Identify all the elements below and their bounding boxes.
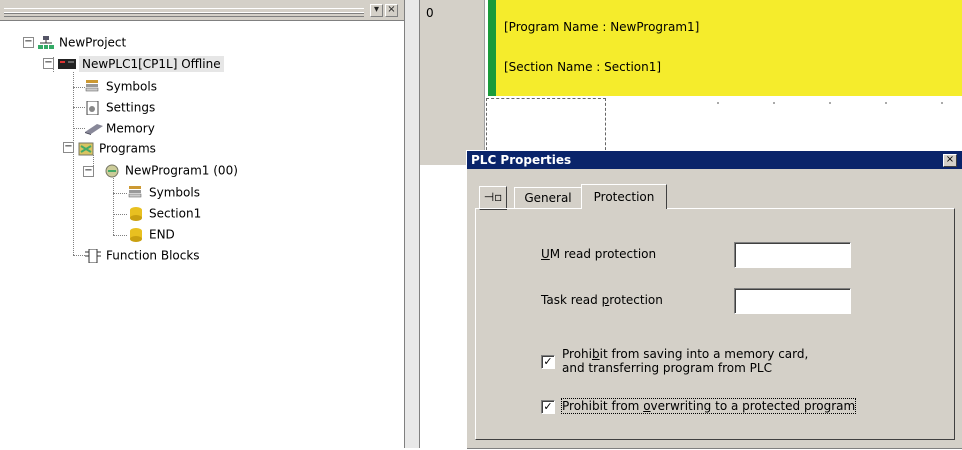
program-name-text: [Program Name : NewProgram1] bbox=[504, 20, 700, 34]
tree-node-program1[interactable]: NewProgram1 (00) bbox=[104, 160, 238, 180]
tree-node-label: Symbols bbox=[106, 79, 157, 94]
rung-marker bbox=[488, 0, 496, 96]
grip-bar-lower bbox=[4, 12, 364, 17]
tree-node-label: Symbols bbox=[149, 185, 200, 200]
grid-dot bbox=[717, 102, 719, 104]
tree-node-section1[interactable]: Section1 bbox=[128, 203, 201, 223]
tree-node-label: Programs bbox=[99, 141, 156, 156]
tree-line bbox=[113, 214, 127, 215]
program-icon bbox=[104, 164, 120, 178]
rung-number: 0 bbox=[426, 6, 434, 20]
function-blocks-icon bbox=[85, 248, 101, 263]
pin-icon[interactable]: ⊣▫ bbox=[479, 186, 507, 210]
tree-node-label: Settings bbox=[106, 100, 156, 115]
tree-node-end[interactable]: END bbox=[128, 224, 175, 244]
expand-toggle-project[interactable]: − bbox=[23, 37, 34, 48]
splitter-bar[interactable] bbox=[405, 0, 420, 448]
prohibit-overwrite-checkbox[interactable]: ✓ bbox=[541, 400, 555, 414]
tab-protection[interactable]: Protection bbox=[581, 184, 667, 209]
section-icon bbox=[128, 206, 144, 221]
tree-node-label: NewPLC1[CP1L] Offline bbox=[79, 55, 224, 72]
task-read-protection-label: Task read protection bbox=[541, 293, 663, 307]
prohibit-save-label: Prohibit from saving into a memory card,… bbox=[562, 347, 809, 375]
prohibit-save-checkbox[interactable]: ✓ bbox=[541, 355, 555, 369]
um-read-protection-label: UM read protection bbox=[541, 247, 657, 261]
protection-tab-panel: UM read protection Task read protection … bbox=[475, 208, 955, 440]
project-workspace: ▾ × − − − − NewProject NewPLC1[CP1L] Off… bbox=[0, 0, 405, 448]
tree-node-settings[interactable]: Settings bbox=[85, 97, 155, 117]
plc-properties-dialog: PLC Properties × ⊣▫ General Protection U… bbox=[466, 150, 962, 450]
tree-line bbox=[113, 178, 114, 235]
tree-node-project[interactable]: NewProject bbox=[38, 32, 126, 52]
tree-line bbox=[73, 72, 74, 255]
workspace-header: ▾ × bbox=[0, 0, 404, 21]
tree-node-symbols[interactable]: Symbols bbox=[85, 76, 157, 96]
expand-toggle-plc[interactable]: − bbox=[43, 58, 54, 69]
tree-node-memory[interactable]: Memory bbox=[85, 118, 155, 138]
panel-close-button[interactable]: × bbox=[385, 4, 398, 17]
symbols-icon bbox=[85, 79, 101, 94]
section-icon bbox=[128, 227, 144, 242]
tree-node-label: Section1 bbox=[149, 206, 202, 221]
close-icon[interactable]: × bbox=[943, 154, 957, 167]
tab-general[interactable]: General bbox=[514, 187, 582, 208]
expand-toggle-programs[interactable]: − bbox=[63, 142, 74, 153]
programs-icon bbox=[78, 142, 94, 156]
tree-node-label: END bbox=[149, 227, 175, 242]
panel-menu-button[interactable]: ▾ bbox=[370, 4, 383, 17]
grid-dot bbox=[941, 102, 943, 104]
grid-dot bbox=[829, 102, 831, 104]
section-name-text: [Section Name : Section1] bbox=[504, 60, 662, 74]
plc-icon bbox=[58, 57, 76, 71]
settings-icon bbox=[85, 100, 101, 115]
rung-gutter bbox=[420, 0, 485, 165]
prohibit-overwrite-label: Prohibit from overwriting to a protected… bbox=[560, 398, 857, 414]
network-icon bbox=[38, 35, 54, 50]
tree-line bbox=[73, 128, 85, 129]
tree-line bbox=[73, 87, 85, 88]
expand-toggle-program[interactable]: − bbox=[83, 166, 94, 177]
tree-line bbox=[113, 235, 127, 236]
tree-node-label: NewProject bbox=[59, 35, 127, 50]
tree-node-program-symbols[interactable]: Symbols bbox=[128, 182, 200, 202]
tree-node-programs[interactable]: Programs bbox=[78, 138, 156, 158]
tree-node-plc[interactable]: NewPLC1[CP1L] Offline bbox=[58, 53, 224, 73]
grid-dot bbox=[885, 102, 887, 104]
dialog-title: PLC Properties bbox=[471, 153, 572, 167]
tree-node-function-blocks[interactable]: Function Blocks bbox=[85, 245, 200, 265]
memory-icon bbox=[85, 122, 103, 136]
tree-line bbox=[73, 107, 85, 108]
symbols-icon bbox=[128, 185, 144, 200]
tree-line bbox=[113, 193, 127, 194]
grid-dot bbox=[773, 102, 775, 104]
dialog-title-bar[interactable]: PLC Properties × bbox=[467, 151, 962, 169]
tree-line bbox=[73, 255, 85, 256]
um-read-protection-input[interactable] bbox=[734, 242, 851, 268]
tree-node-label: NewProgram1 (00) bbox=[125, 163, 238, 178]
tree-node-label: Memory bbox=[106, 121, 155, 136]
section-header-block bbox=[496, 0, 962, 96]
tree-node-label: Function Blocks bbox=[106, 248, 200, 263]
task-read-protection-input[interactable] bbox=[734, 288, 851, 314]
